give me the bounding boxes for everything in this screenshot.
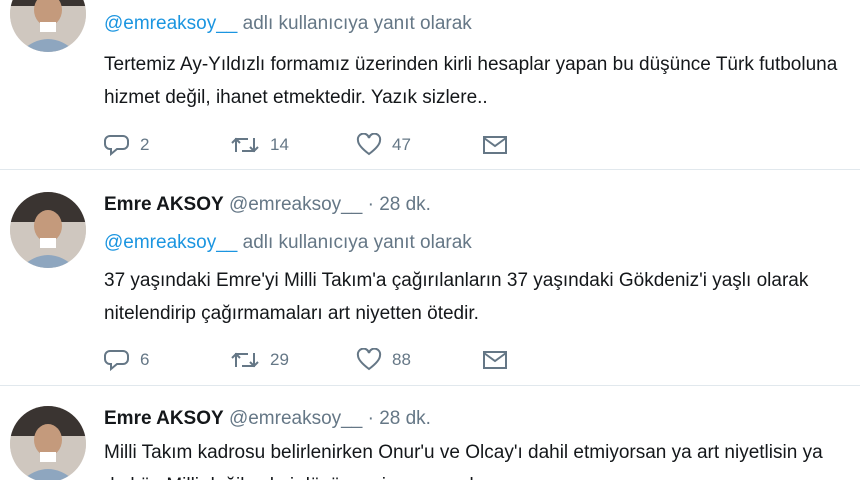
reply-context: @emreaksoy__ adlı kullanıcıya yanıt olar… [104,13,472,35]
tweet-text: Milli Takım kadrosu belirlenirken Onur'u… [104,442,823,480]
like-count: 47 [392,135,411,154]
reply-button[interactable]: 6 [104,346,149,374]
reply-context-label: adlı kullanıcıya yanıt olarak [237,13,472,34]
author-name[interactable]: Emre AKSOY [104,408,224,429]
separator-dot: · [367,194,374,215]
like-button[interactable]: 47 [356,131,411,159]
tweet-actions: 2 14 47 [104,131,524,159]
retweet-button[interactable]: 29 [230,346,289,374]
avatar-image [10,0,86,52]
tweet[interactable]: Emre AKSOY @emreaksoy__ · 28 dk. @emreak… [0,170,860,384]
tweet-header: Emre AKSOY @emreaksoy__ · 28 dk. [104,408,431,430]
tweet-actions: 6 29 88 [104,346,524,374]
retweet-count: 29 [270,350,289,369]
reply-context: @emreaksoy__ adlı kullanıcıya yanıt olar… [104,232,472,254]
reply-icon [104,348,130,372]
reply-count: 6 [140,350,150,369]
avatar[interactable] [10,192,86,268]
tweet[interactable]: Emre AKSOY @emreaksoy__ · 28 dk. Milli T… [0,386,860,480]
avatar-image [10,406,86,480]
direct-message-button[interactable] [482,131,508,159]
reply-mention-link[interactable]: @emreaksoy__ [104,13,237,34]
envelope-icon [482,349,508,371]
like-button[interactable]: 88 [356,346,411,374]
retweet-icon [230,133,260,157]
reply-context-label: adlı kullanıcıya yanıt olarak [237,232,472,253]
author-handle[interactable]: @emreaksoy__ [229,194,362,215]
avatar[interactable] [10,406,86,480]
tweet-header: Emre AKSOY @emreaksoy__ · 28 dk. [104,194,431,216]
envelope-icon [482,134,508,156]
author-name[interactable]: Emre AKSOY [104,194,224,215]
tweet[interactable]: @emreaksoy__ adlı kullanıcıya yanıt olar… [0,0,860,168]
tweet-text: 37 yaşındaki Emre'yi Milli Takım'a çağır… [104,270,809,324]
heart-icon [356,133,382,157]
retweet-icon [230,348,260,372]
retweet-button[interactable]: 14 [230,131,289,159]
reply-button[interactable]: 2 [104,131,149,159]
reply-icon [104,133,130,157]
separator-dot: · [367,408,374,429]
avatar-image [10,192,86,268]
heart-icon [356,348,382,372]
reply-count: 2 [140,135,150,154]
avatar[interactable] [10,0,86,52]
tweet-timestamp[interactable]: 28 dk. [379,408,431,429]
retweet-count: 14 [270,135,289,154]
reply-mention-link[interactable]: @emreaksoy__ [104,232,237,253]
tweet-text: Tertemiz Ay-Yıldızlı formamız üzerinden … [104,54,838,108]
direct-message-button[interactable] [482,346,508,374]
tweet-timestamp[interactable]: 28 dk. [379,194,431,215]
author-handle[interactable]: @emreaksoy__ [229,408,362,429]
like-count: 88 [392,350,411,369]
